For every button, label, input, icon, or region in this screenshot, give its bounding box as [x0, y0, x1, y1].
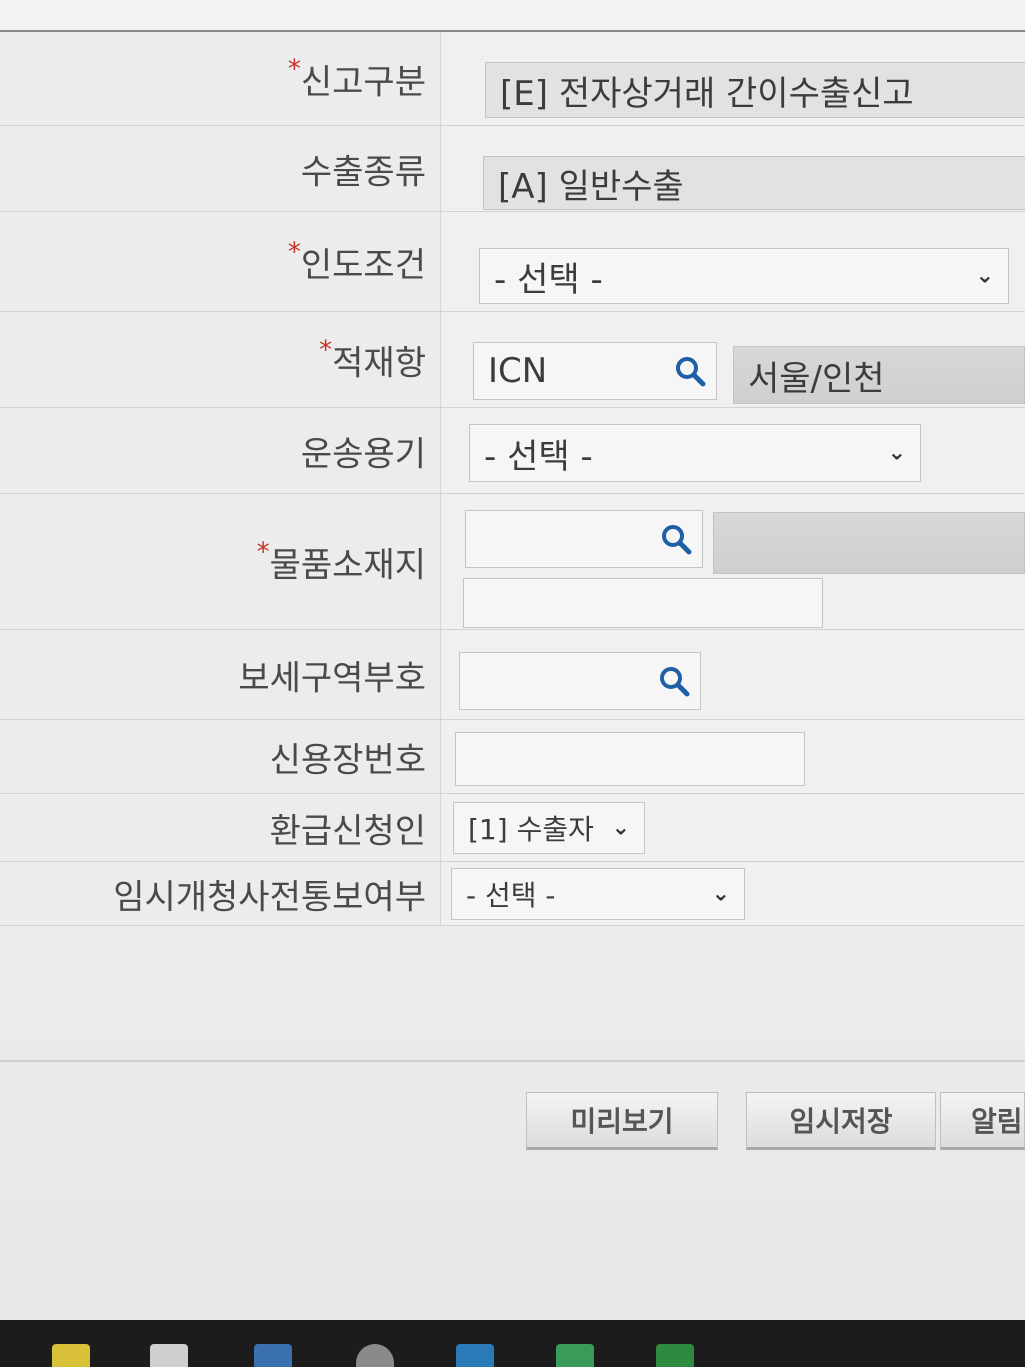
- label-goods-location: *물품소재지: [256, 537, 426, 585]
- goods-location-code-input[interactable]: [465, 510, 703, 568]
- required-mark: *: [287, 54, 301, 84]
- letter-of-credit-input[interactable]: [455, 732, 805, 786]
- taskbar-app-icon[interactable]: [150, 1344, 188, 1367]
- row-delivery-terms: *인도조건 - 선택 - ⌄: [0, 212, 1025, 312]
- label-loading-port: *적재항: [319, 335, 426, 383]
- search-icon[interactable]: [674, 355, 706, 387]
- row-loading-port: *적재항 ICN 서울/인천: [0, 312, 1025, 408]
- taskbar-app-icon[interactable]: [656, 1344, 694, 1367]
- third-action-button[interactable]: 알림: [940, 1092, 1025, 1150]
- required-mark: *: [287, 237, 301, 267]
- button-bar-divider: [0, 1060, 1025, 1062]
- taskbar-app-icon[interactable]: [456, 1344, 494, 1367]
- label-declaration-type: *신고구분: [287, 54, 426, 102]
- label-temp-opening-notice: 임시개청사전통보여부: [113, 877, 426, 917]
- label-export-type: 수출종류: [300, 152, 426, 192]
- label-letter-of-credit: 신용장번호: [269, 740, 426, 780]
- loading-port-code-input[interactable]: ICN: [473, 342, 717, 400]
- taskbar-app-icon[interactable]: [356, 1344, 394, 1367]
- chevron-down-icon: ⌄: [711, 881, 730, 907]
- preview-button[interactable]: 미리보기: [526, 1092, 718, 1150]
- label-refund-applicant: 환급신청인: [269, 811, 426, 851]
- row-letter-of-credit: 신용장번호: [0, 720, 1025, 794]
- search-icon[interactable]: [660, 523, 692, 555]
- goods-location-name-field: [713, 512, 1025, 574]
- row-export-type: 수출종류 [A] 일반수출: [0, 126, 1025, 212]
- taskbar-app-icon[interactable]: [52, 1344, 90, 1367]
- row-bonded-area-code: 보세구역부호: [0, 630, 1025, 720]
- chevron-down-icon: ⌄: [975, 263, 994, 289]
- row-goods-location: *물품소재지: [0, 494, 1025, 630]
- label-bonded-area-code: 보세구역부호: [238, 658, 426, 698]
- taskbar-app-icon[interactable]: [254, 1344, 292, 1367]
- row-transport-container: 운송용기 - 선택 - ⌄: [0, 408, 1025, 494]
- goods-location-detail-input[interactable]: [463, 578, 823, 628]
- chevron-down-icon: ⌄: [611, 815, 630, 841]
- row-refund-applicant: 환급신청인 [1] 수출자 ⌄: [0, 794, 1025, 862]
- label-transport-container: 운송용기: [300, 434, 426, 474]
- row-temp-opening-notice: 임시개청사전통보여부 - 선택 - ⌄: [0, 862, 1025, 926]
- label-delivery-terms: *인도조건: [287, 237, 426, 285]
- chevron-down-icon: ⌄: [887, 440, 906, 466]
- declaration-type-field[interactable]: [E] 전자상거래 간이수출신고: [485, 62, 1025, 118]
- temp-save-button[interactable]: 임시저장: [746, 1092, 936, 1150]
- transport-container-select[interactable]: - 선택 - ⌄: [469, 424, 921, 482]
- required-mark: *: [256, 537, 270, 567]
- loading-port-name-field: 서울/인천: [733, 346, 1025, 404]
- required-mark: *: [319, 335, 333, 365]
- search-icon[interactable]: [658, 665, 690, 697]
- row-declaration-type: *신고구분 [E] 전자상거래 간이수출신고: [0, 32, 1025, 126]
- export-type-field[interactable]: [A] 일반수출: [483, 156, 1025, 210]
- taskbar-app-icon[interactable]: [556, 1344, 594, 1367]
- form-screen: *신고구분 [E] 전자상거래 간이수출신고 수출종류 [A] 일반수출 *인도…: [0, 0, 1025, 1320]
- delivery-terms-select[interactable]: - 선택 - ⌄: [479, 248, 1009, 304]
- refund-applicant-select[interactable]: [1] 수출자 ⌄: [453, 802, 645, 854]
- temp-opening-notice-select[interactable]: - 선택 - ⌄: [451, 868, 745, 920]
- bonded-area-code-input[interactable]: [459, 652, 701, 710]
- taskbar: [0, 1320, 1025, 1367]
